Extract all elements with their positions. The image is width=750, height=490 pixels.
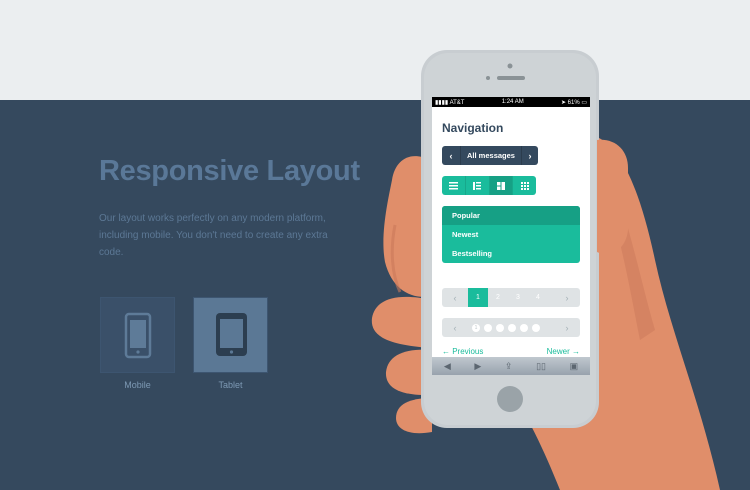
forward-icon[interactable]: ▶	[474, 361, 481, 372]
dot-pager-next-button[interactable]: ›	[554, 318, 580, 337]
dot-pager-prev-button[interactable]: ‹	[442, 318, 468, 337]
status-time: 1:24 AM	[501, 99, 524, 105]
prev-next-links: ← Previous Newer →	[442, 347, 580, 356]
location-icon: ➤	[560, 99, 566, 106]
phone-camera	[507, 63, 513, 69]
split-view-button[interactable]	[489, 176, 514, 195]
pager-page-1[interactable]: 1	[468, 288, 488, 307]
dot-page[interactable]	[532, 323, 540, 332]
menu-item-newest[interactable]: Newest	[442, 225, 580, 244]
carrier-label: AT&T	[449, 99, 465, 106]
all-messages-button[interactable]: All messages	[460, 146, 522, 165]
list-icon	[448, 181, 458, 189]
battery-level: 61%	[567, 99, 580, 106]
dot-page[interactable]	[508, 323, 516, 332]
category-menu: Popular Newest Bestselling	[442, 206, 580, 263]
prev-message-button[interactable]: ‹	[442, 151, 460, 161]
back-icon[interactable]: ◀	[444, 361, 451, 372]
dot-page[interactable]	[484, 323, 492, 332]
dot-pager: ‹ 1 ›	[442, 318, 580, 337]
pager-page-4[interactable]: 4	[528, 288, 548, 307]
all-messages-button-group: ‹ All messages ›	[442, 146, 538, 165]
share-icon[interactable]: ⇪	[505, 361, 513, 372]
hand-finger-right	[597, 139, 628, 254]
bookmarks-icon[interactable]: ▯▯	[536, 361, 546, 372]
pager-next-button[interactable]: ›	[554, 288, 580, 307]
view-toggle-group	[442, 176, 536, 195]
dot-page[interactable]	[496, 323, 504, 332]
number-pager: ‹ 1 2 3 4 ›	[442, 288, 580, 307]
pager-prev-button[interactable]: ‹	[442, 288, 468, 307]
menu-item-bestselling[interactable]: Bestselling	[442, 244, 580, 263]
signal-icon: ▮▮▮▮	[435, 99, 449, 106]
list-view-button[interactable]	[442, 176, 466, 195]
browser-toolbar: ◀ ▶ ⇪ ▯▯ ▣	[432, 357, 590, 375]
compact-list-icon	[473, 181, 482, 190]
hand-illustration	[371, 50, 720, 490]
next-message-button[interactable]: ›	[522, 151, 538, 161]
compact-view-button[interactable]	[466, 176, 490, 195]
phone-speaker	[497, 76, 525, 80]
pager-page-3[interactable]: 3	[508, 288, 528, 307]
grid-view-button[interactable]	[513, 176, 536, 195]
status-bar: ▮▮▮▮ AT&T 1:24 AM ➤ 61% ▭	[432, 97, 590, 107]
pager-page-2[interactable]: 2	[488, 288, 508, 307]
dot-page-1[interactable]: 1	[472, 323, 480, 332]
dot-page[interactable]	[520, 323, 528, 332]
phone-screen: ▮▮▮▮ AT&T 1:24 AM ➤ 61% ▭ Navigation ‹ A…	[432, 97, 590, 375]
newer-link[interactable]: Newer →	[547, 347, 580, 356]
navigation-title: Navigation	[442, 121, 504, 135]
grid-icon	[520, 181, 529, 190]
split-view-icon	[496, 181, 505, 190]
previous-link[interactable]: ← Previous	[442, 347, 483, 356]
phone-home-button	[497, 386, 523, 412]
tabs-icon[interactable]: ▣	[570, 361, 579, 372]
battery-icon: ▭	[581, 99, 587, 106]
menu-item-popular[interactable]: Popular	[442, 206, 580, 225]
